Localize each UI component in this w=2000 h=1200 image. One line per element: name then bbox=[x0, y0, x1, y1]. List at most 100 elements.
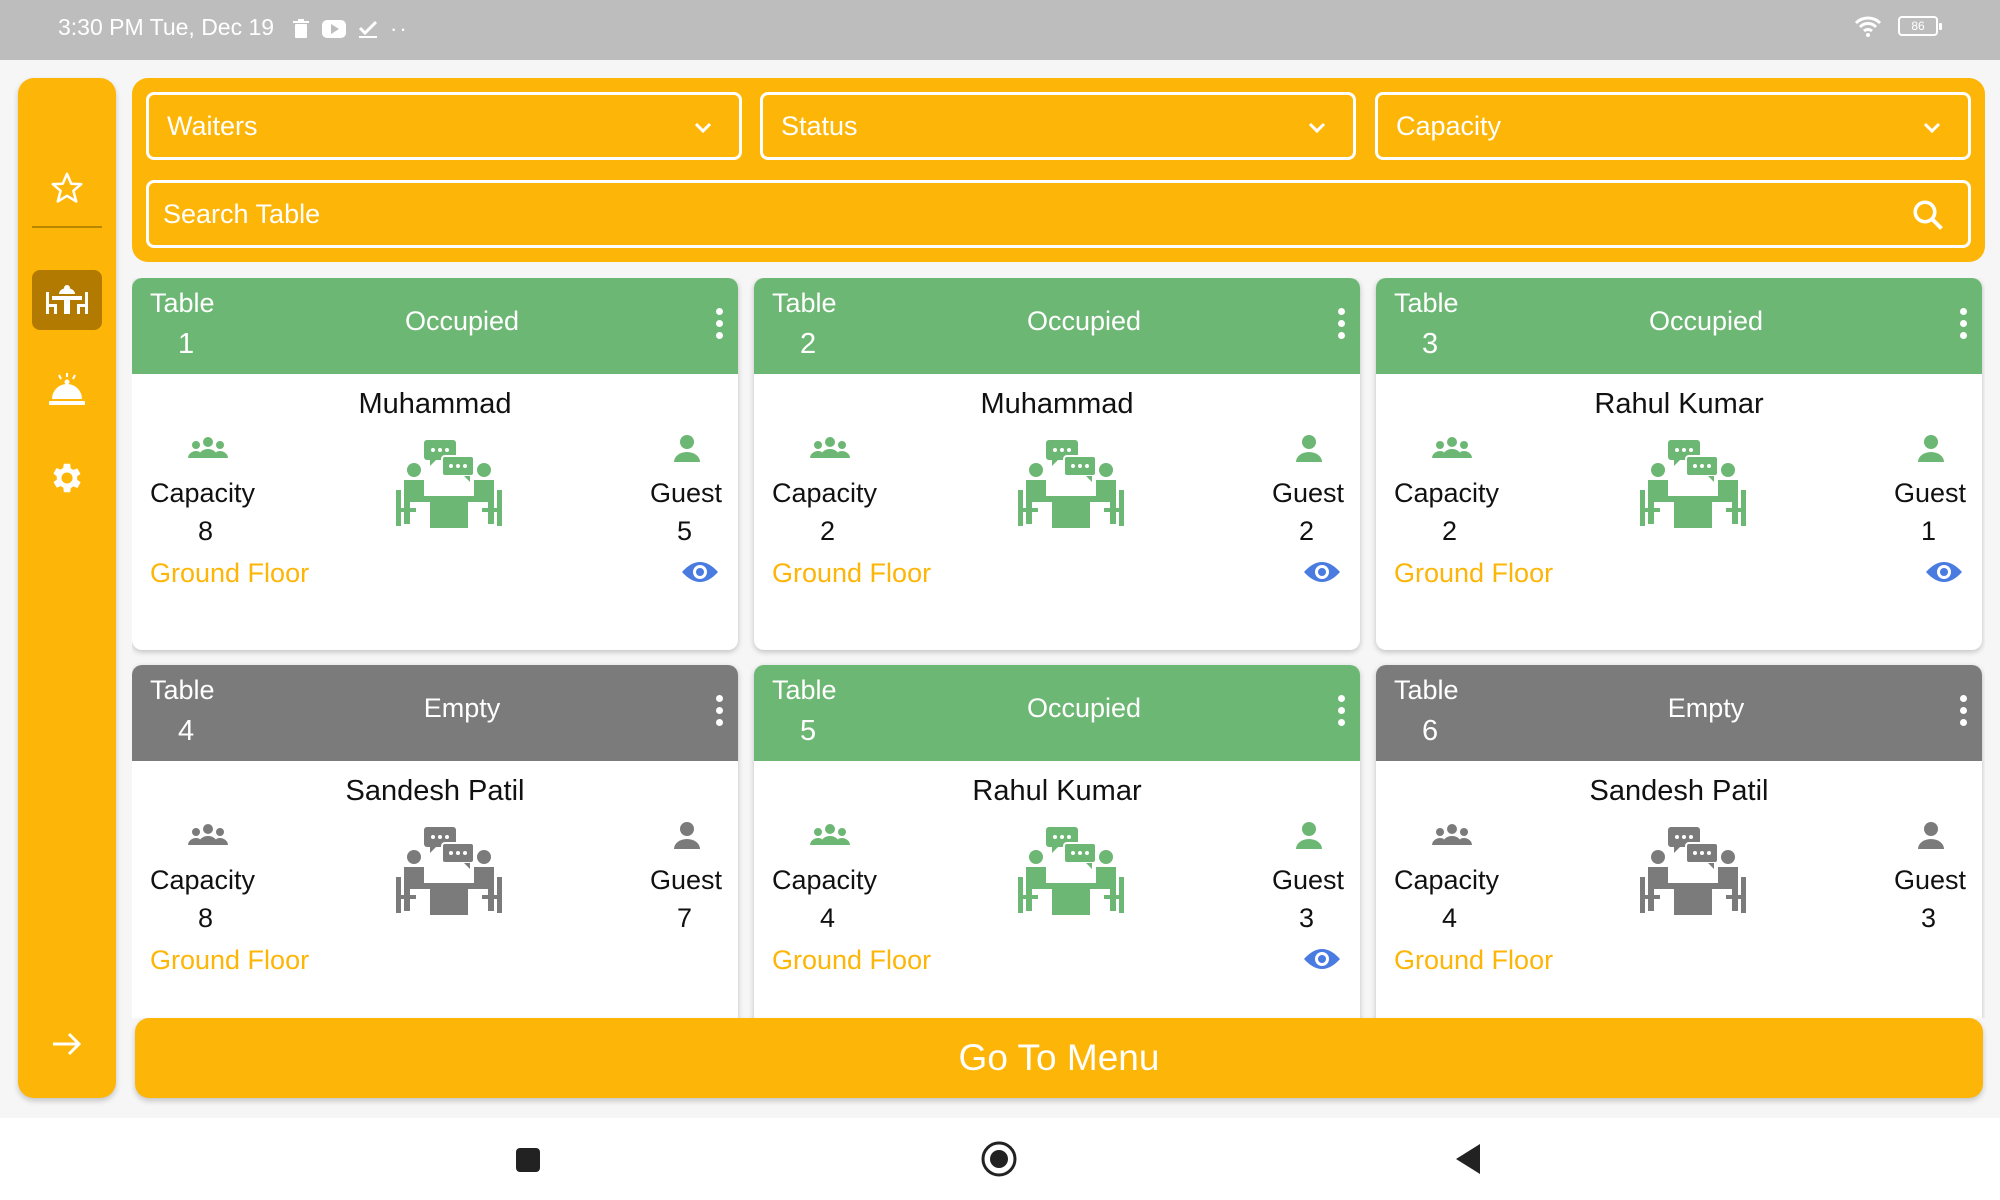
floor-label: Ground Floor bbox=[1394, 945, 1554, 975]
eye-icon[interactable] bbox=[680, 558, 720, 586]
dining-table-icon bbox=[46, 285, 88, 314]
group-icon bbox=[810, 437, 850, 458]
capacity-value: 4 bbox=[1442, 903, 1458, 933]
person-icon bbox=[1296, 822, 1322, 849]
home-circle-icon[interactable] bbox=[980, 1140, 1018, 1178]
wifi-icon bbox=[1854, 16, 1882, 37]
table-card-header: Table 3 Occupied bbox=[1376, 278, 1982, 374]
guest-label: Guest bbox=[1271, 865, 1344, 895]
table-status: Occupied bbox=[404, 306, 520, 336]
person-icon bbox=[674, 822, 700, 849]
guest-count: 1 bbox=[1920, 516, 1936, 546]
chevron-down-icon bbox=[1308, 122, 1326, 134]
trash-icon bbox=[293, 19, 309, 38]
eye-icon[interactable] bbox=[1302, 558, 1342, 586]
table-card-6[interactable]: Table 6 Empty Sandesh Patil Capacity 4 G… bbox=[1376, 665, 1982, 1018]
waiter-name: Rahul Kumar bbox=[972, 775, 1142, 807]
table-status: Empty bbox=[423, 693, 501, 723]
capacity-label: Capacity bbox=[772, 865, 878, 895]
floor-label: Ground Floor bbox=[150, 945, 310, 975]
eye-icon[interactable] bbox=[1924, 558, 1964, 586]
search-icon[interactable] bbox=[1910, 197, 1946, 233]
guest-count: 3 bbox=[1298, 903, 1314, 933]
capacity-value: 8 bbox=[198, 903, 214, 933]
status-dropdown[interactable]: Status bbox=[760, 92, 1356, 160]
sidebar-tables-button[interactable] bbox=[32, 270, 102, 330]
table-status: Empty bbox=[1667, 693, 1745, 723]
guest-label: Guest bbox=[649, 478, 722, 508]
more-options-icon[interactable] bbox=[1960, 695, 1968, 731]
table-card-header: Table 4 Empty bbox=[132, 665, 738, 761]
table-card-header: Table 6 Empty bbox=[1376, 665, 1982, 761]
group-icon bbox=[188, 824, 228, 845]
floor-label: Ground Floor bbox=[772, 558, 932, 588]
sidebar-favorites-button[interactable] bbox=[32, 158, 102, 218]
more-options-icon[interactable] bbox=[1960, 308, 1968, 344]
search-placeholder: Search Table bbox=[163, 198, 321, 229]
more-options-icon[interactable] bbox=[716, 695, 724, 731]
search-table-input[interactable]: Search Table bbox=[146, 180, 1971, 248]
waiters-dropdown[interactable]: Waiters bbox=[146, 92, 742, 160]
check-download-icon bbox=[358, 20, 378, 38]
person-icon bbox=[674, 435, 700, 462]
meeting-table-icon bbox=[1640, 440, 1746, 528]
more-options-icon[interactable] bbox=[1338, 695, 1346, 731]
table-card-header: Table 1 Occupied bbox=[132, 278, 738, 374]
capacity-dropdown[interactable]: Capacity bbox=[1375, 92, 1971, 160]
meeting-table-icon bbox=[1640, 827, 1746, 915]
more-notifications-icon: ·· bbox=[390, 16, 409, 41]
guest-label: Guest bbox=[1893, 865, 1966, 895]
group-icon bbox=[188, 437, 228, 458]
floor-label: Ground Floor bbox=[150, 558, 310, 588]
guest-count: 7 bbox=[676, 903, 692, 933]
floor-label: Ground Floor bbox=[1394, 558, 1554, 588]
floor-label: Ground Floor bbox=[772, 945, 932, 975]
waiter-name: Muhammad bbox=[358, 388, 512, 420]
person-icon bbox=[1296, 435, 1322, 462]
youtube-icon bbox=[322, 20, 346, 38]
table-card-4[interactable]: Table 4 Empty Sandesh Patil Capacity 8 G… bbox=[132, 665, 738, 1018]
sidebar-settings-button[interactable] bbox=[32, 448, 102, 508]
chevron-down-icon bbox=[694, 122, 712, 134]
status-dropdown-label: Status bbox=[781, 110, 858, 141]
eye-icon[interactable] bbox=[1302, 945, 1342, 973]
status-bar: 3:30 PM Tue, Dec 19 ·· 86 bbox=[0, 0, 2000, 60]
more-options-icon[interactable] bbox=[1338, 308, 1346, 344]
tables-grid: Table 1 Occupied Muhammad Capacity 8 Gro… bbox=[132, 278, 1985, 1018]
meeting-table-icon bbox=[396, 827, 502, 915]
capacity-value: 8 bbox=[198, 516, 214, 546]
table-status: Occupied bbox=[1026, 693, 1142, 723]
person-icon bbox=[1918, 435, 1944, 462]
capacity-value: 2 bbox=[1442, 516, 1458, 546]
capacity-label: Capacity bbox=[772, 478, 878, 508]
waiter-name: Muhammad bbox=[980, 388, 1134, 420]
sidebar-collapse-button[interactable] bbox=[32, 1014, 102, 1074]
capacity-value: 2 bbox=[820, 516, 836, 546]
table-card-2[interactable]: Table 2 Occupied Muhammad Capacity 2 Gro… bbox=[754, 278, 1360, 650]
guest-label: Guest bbox=[649, 865, 722, 895]
guest-label: Guest bbox=[1893, 478, 1966, 508]
capacity-label: Capacity bbox=[150, 478, 256, 508]
sidebar bbox=[18, 78, 116, 1098]
service-bell-icon bbox=[49, 373, 85, 405]
table-card-3[interactable]: Table 3 Occupied Rahul Kumar Capacity 2 … bbox=[1376, 278, 1982, 650]
gear-icon bbox=[53, 463, 81, 493]
person-icon bbox=[1918, 822, 1944, 849]
star-outline-icon bbox=[51, 172, 83, 203]
status-notification-icons: ·· bbox=[292, 16, 409, 42]
more-options-icon[interactable] bbox=[716, 308, 724, 344]
table-card-1[interactable]: Table 1 Occupied Muhammad Capacity 8 Gro… bbox=[132, 278, 738, 650]
recents-square-icon[interactable] bbox=[514, 1146, 542, 1174]
filter-panel: Waiters Status Capacity Search Table bbox=[132, 78, 1985, 262]
chevron-down-icon bbox=[1923, 122, 1941, 134]
sidebar-service-button[interactable] bbox=[32, 360, 102, 420]
battery-icon: 86 bbox=[1898, 16, 1942, 36]
back-triangle-icon[interactable] bbox=[1454, 1142, 1482, 1176]
table-card-5[interactable]: Table 5 Occupied Rahul Kumar Capacity 4 … bbox=[754, 665, 1360, 1018]
capacity-label: Capacity bbox=[150, 865, 256, 895]
status-time: 3:30 PM Tue, Dec 19 bbox=[58, 14, 275, 40]
capacity-value: 4 bbox=[820, 903, 836, 933]
group-icon bbox=[1432, 824, 1472, 845]
go-to-menu-button[interactable]: Go To Menu bbox=[135, 1018, 1983, 1098]
go-to-menu-label: Go To Menu bbox=[958, 1037, 1160, 1078]
